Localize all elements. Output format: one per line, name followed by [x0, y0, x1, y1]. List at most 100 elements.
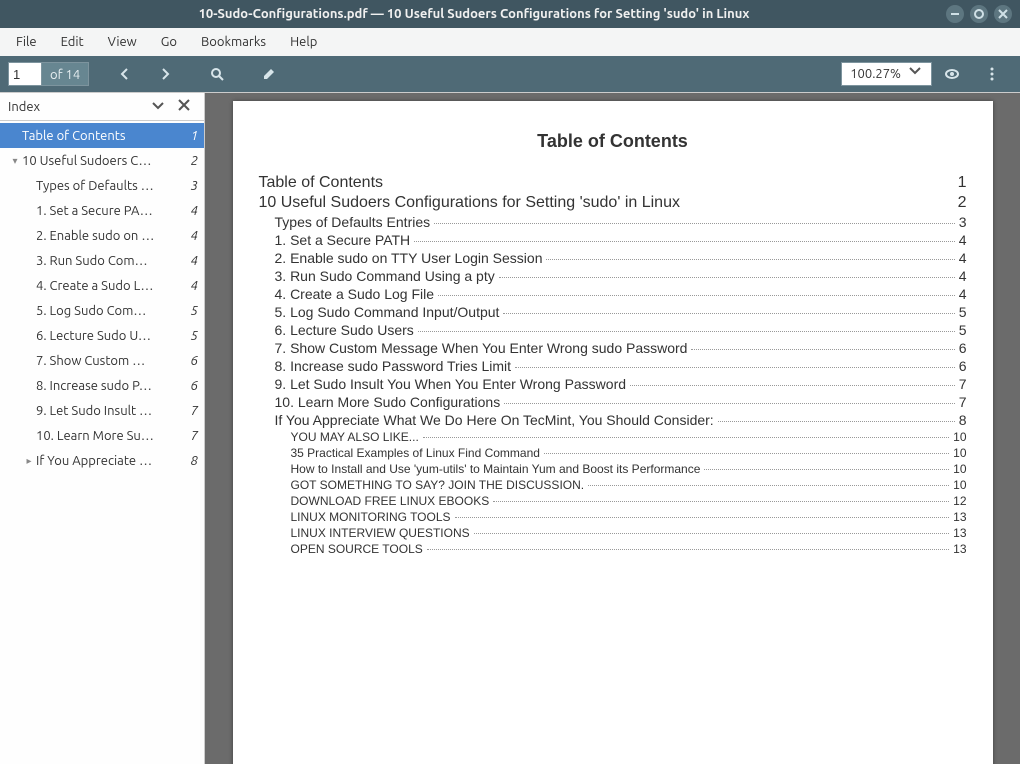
toc-entry-page: 7	[959, 394, 967, 410]
toc-entry-page: 12	[953, 494, 966, 508]
minimize-button[interactable]	[946, 5, 964, 23]
sidebar-item-page: 1	[180, 129, 198, 143]
sidebar-item[interactable]: 5. Log Sudo Com…5	[0, 298, 204, 323]
sidebar-item[interactable]: 4. Create a Sudo L…4	[0, 273, 204, 298]
toc-leader-dots	[423, 437, 949, 438]
toc-entry[interactable]: GOT SOMETHING TO SAY? JOIN THE DISCUSSIO…	[291, 478, 967, 492]
menu-bookmarks[interactable]: Bookmarks	[191, 31, 276, 53]
sidebar-item[interactable]: 2. Enable sudo on …4	[0, 223, 204, 248]
sidebar-item-label: 3. Run Sudo Com…	[36, 254, 180, 268]
annotate-button[interactable]	[253, 60, 285, 88]
toc-entry[interactable]: 10 Useful Sudoers Configurations for Set…	[259, 194, 967, 212]
sidebar-dropdown-button[interactable]	[144, 97, 172, 116]
toc-leader-dots	[474, 533, 950, 534]
toc-entry-title: 10 Useful Sudoers Configurations for Set…	[259, 194, 680, 212]
toc-entry[interactable]: 1. Set a Secure PATH4	[275, 232, 967, 248]
prev-page-button[interactable]	[109, 60, 141, 88]
toc-entry-page: 10	[953, 430, 966, 444]
toc-entry[interactable]: 3. Run Sudo Command Using a pty4	[275, 268, 967, 284]
menu-file[interactable]: File	[6, 31, 47, 53]
sidebar-item[interactable]: 8. Increase sudo P…6	[0, 373, 204, 398]
zoom-dropdown[interactable]: 100.27%	[841, 62, 932, 86]
page-heading: Table of Contents	[259, 131, 967, 152]
toc-entry[interactable]: 6. Lecture Sudo Users 5	[275, 322, 967, 338]
toc-entry-title: 5. Log Sudo Command Input/Output	[275, 304, 500, 320]
page-count-label: of 14	[42, 62, 89, 86]
sidebar-item-page: 6	[180, 354, 198, 368]
page-number-input[interactable]	[8, 62, 42, 86]
toc-entry[interactable]: OPEN SOURCE TOOLS13	[291, 542, 967, 556]
sidebar-item[interactable]: 1. Set a Secure PA…4	[0, 198, 204, 223]
toc-leader-dots	[499, 277, 955, 278]
toc-leader-dots	[588, 485, 949, 486]
close-button[interactable]	[994, 5, 1012, 23]
document-area[interactable]: Table of Contents Table of Contents 1 10 U…	[205, 93, 1020, 764]
toc-entry-page: 4	[959, 286, 967, 302]
next-page-button[interactable]	[149, 60, 181, 88]
menu-edit[interactable]: Edit	[51, 31, 94, 53]
sidebar-item[interactable]: 10. Learn More Su…7	[0, 423, 204, 448]
toc-entry-title: 7. Show Custom Message When You Enter Wr…	[275, 340, 688, 356]
sidebar-close-button[interactable]	[172, 97, 196, 116]
sidebar-item-page: 2	[180, 154, 198, 168]
toc-entry[interactable]: 35 Practical Examples of Linux Find Comm…	[291, 446, 967, 460]
toc-entry-page: 5	[959, 322, 967, 338]
toc-entry[interactable]: 5. Log Sudo Command Input/Output5	[275, 304, 967, 320]
sidebar-item-page: 6	[180, 379, 198, 393]
toc-leader-dots	[504, 403, 955, 404]
toc-entry-page: 3	[959, 214, 967, 230]
sidebar-item[interactable]: 3. Run Sudo Com…4	[0, 248, 204, 273]
sidebar-item[interactable]: ▸If You Appreciate …8	[0, 448, 204, 473]
zoom-value: 100.27%	[850, 62, 901, 86]
menu-go[interactable]: Go	[151, 31, 187, 53]
menu-view[interactable]: View	[98, 31, 147, 53]
toc-leader-dots	[515, 367, 955, 368]
sidebar-item[interactable]: Table of Contents1	[0, 123, 204, 148]
sidebar-item[interactable]: 6. Lecture Sudo U…5	[0, 323, 204, 348]
sidebar-item-page: 4	[180, 229, 198, 243]
toc-entry-title: If You Appreciate What We Do Here On Tec…	[275, 412, 714, 428]
sidebar-item-page: 4	[180, 204, 198, 218]
toc-entry-title: 6. Lecture Sudo Users	[275, 322, 414, 338]
sidebar-item-label: 7. Show Custom …	[36, 354, 180, 368]
toc-entry-page: 1	[958, 174, 967, 192]
menu-help[interactable]: Help	[280, 31, 327, 53]
sidebar-item[interactable]: 7. Show Custom …6	[0, 348, 204, 373]
toc-entry-title: How to Install and Use 'yum-utils' to Ma…	[291, 462, 701, 476]
toc-entry[interactable]: 2. Enable sudo on TTY User Login Session…	[275, 250, 967, 266]
toolbar: of 14 100.27%	[0, 56, 1020, 92]
sidebar-item-page: 7	[180, 404, 198, 418]
toc-entry[interactable]: Types of Defaults Entries3	[275, 214, 967, 230]
toc-entry-title: YOU MAY ALSO LIKE...	[291, 430, 419, 444]
sidebar-item-label: Types of Defaults …	[36, 179, 180, 193]
maximize-button[interactable]	[970, 5, 988, 23]
toc-entry-title: Table of Contents	[259, 174, 384, 192]
sidebar-list: Table of Contents1▾10 Useful Sudoers C…2…	[0, 121, 204, 764]
sidebar-item[interactable]: Types of Defaults …3	[0, 173, 204, 198]
toc-entry[interactable]: DOWNLOAD FREE LINUX EBOOKS12	[291, 494, 967, 508]
toc-entry[interactable]: 9. Let Sudo Insult You When You Enter Wr…	[275, 376, 967, 392]
search-button[interactable]	[201, 60, 233, 88]
sidebar-item-label: Table of Contents	[22, 129, 180, 143]
expander-icon[interactable]: ▾	[8, 155, 22, 167]
view-mode-button[interactable]	[936, 60, 968, 88]
expander-icon[interactable]: ▸	[22, 455, 36, 467]
sidebar-item[interactable]: 9. Let Sudo Insult …7	[0, 398, 204, 423]
sidebar-item-label: 4. Create a Sudo L…	[36, 279, 180, 293]
window-title: 10-Sudo-Configurations.pdf — 10 Useful S…	[8, 7, 940, 21]
toc-entry[interactable]: 7. Show Custom Message When You Enter Wr…	[275, 340, 967, 356]
toc-entry[interactable]: If You Appreciate What We Do Here On Tec…	[275, 412, 967, 428]
document-page: Table of Contents Table of Contents 1 10 U…	[233, 101, 993, 764]
toc-entry-page: 4	[959, 268, 967, 284]
toc-entry[interactable]: LINUX MONITORING TOOLS13	[291, 510, 967, 524]
toc-entry[interactable]: 4. Create a Sudo Log File4	[275, 286, 967, 302]
chevron-down-icon	[907, 62, 923, 86]
toc-entry[interactable]: Table of Contents 1	[259, 174, 967, 192]
sidebar-item[interactable]: ▾10 Useful Sudoers C…2	[0, 148, 204, 173]
toc-entry[interactable]: 10. Learn More Sudo Configurations7	[275, 394, 967, 410]
menu-button[interactable]	[976, 60, 1008, 88]
toc-entry[interactable]: How to Install and Use 'yum-utils' to Ma…	[291, 462, 967, 476]
toc-entry[interactable]: LINUX INTERVIEW QUESTIONS13	[291, 526, 967, 540]
toc-entry[interactable]: YOU MAY ALSO LIKE... 10	[291, 430, 967, 444]
toc-entry[interactable]: 8. Increase sudo Password Tries Limit6	[275, 358, 967, 374]
